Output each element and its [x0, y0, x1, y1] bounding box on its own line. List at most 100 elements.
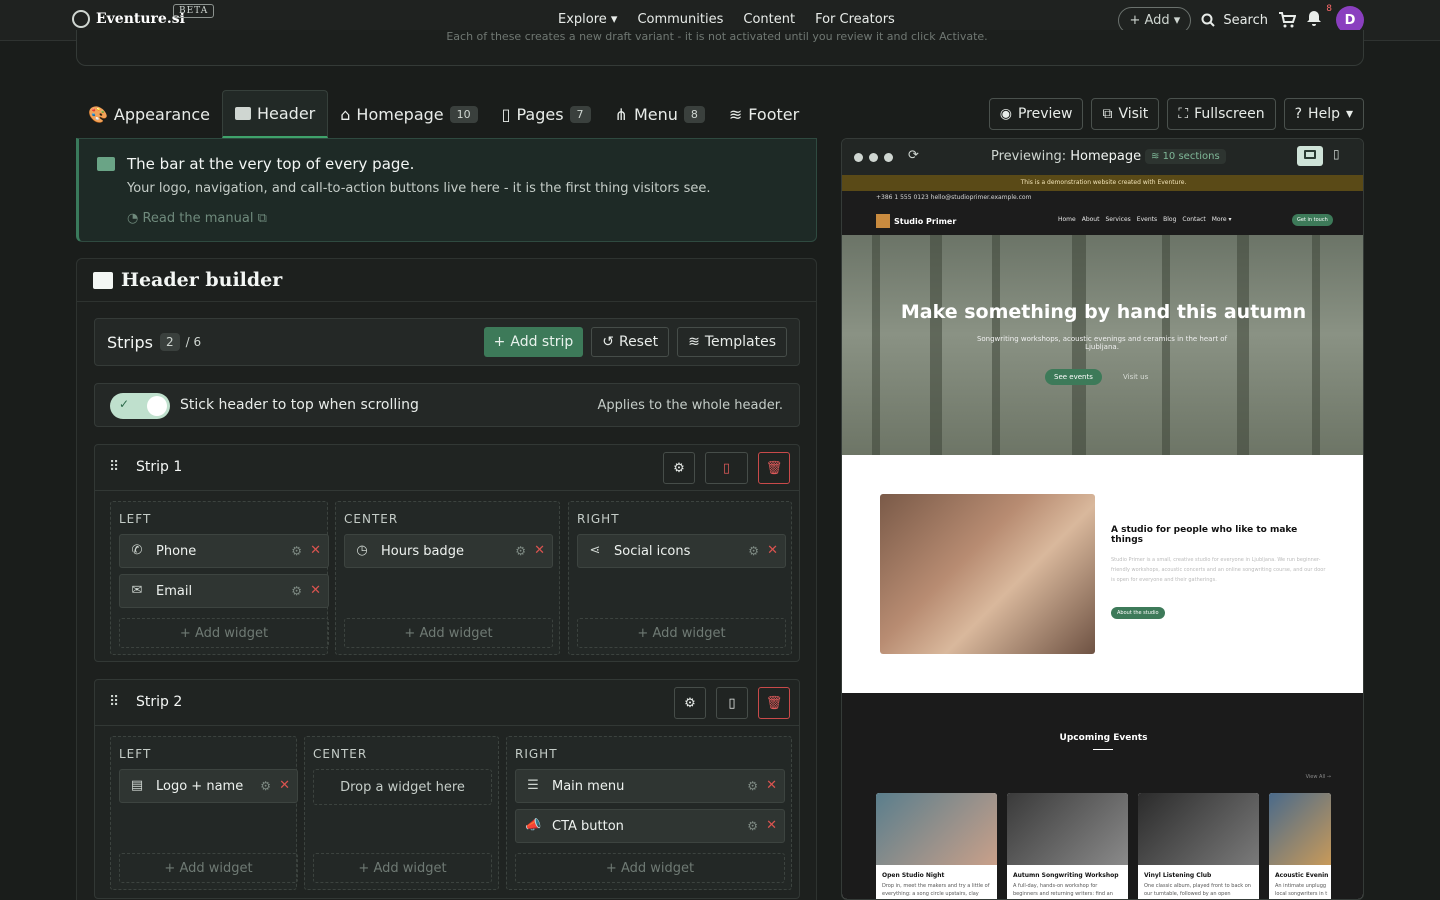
desktop-view-button[interactable]	[1297, 146, 1323, 166]
event-card[interactable]: Acoustic Evenin An intimate unplugg loca…	[1269, 793, 1331, 899]
widget-settings-icon[interactable]: ⚙	[748, 544, 759, 558]
site-link-services[interactable]: Services	[1105, 216, 1130, 223]
tab-pages[interactable]: ▯ Pages 7	[490, 90, 603, 138]
tab-footer[interactable]: ≋ Footer	[717, 90, 811, 138]
widget-settings-icon[interactable]: ⚙	[291, 544, 302, 558]
hero-secondary-link[interactable]: Visit us	[1123, 373, 1148, 381]
site-link-home[interactable]: Home	[1058, 216, 1076, 223]
view-all-link[interactable]: View All →	[1306, 774, 1331, 780]
site-link-about[interactable]: About	[1082, 216, 1100, 223]
preview-title: Previewing: Homepage	[991, 149, 1141, 164]
nav-explore[interactable]: Explore ▾	[558, 12, 617, 27]
draft-notice-bar: Each of these creates a new draft varian…	[76, 30, 1364, 66]
nav-communities[interactable]: Communities	[637, 12, 723, 27]
widget-remove-icon[interactable]: ✕	[767, 543, 778, 558]
trash-icon: 🗑	[765, 695, 783, 711]
add-strip-button[interactable]: + Add strip	[483, 327, 584, 357]
hero-title: Make something by hand this autumn	[900, 301, 1307, 323]
widget-settings-icon[interactable]: ⚙	[747, 819, 758, 833]
widget-hours-badge[interactable]: ◷ Hours badge ⚙ ✕	[344, 534, 553, 568]
delete-strip-button[interactable]: 🗑	[758, 687, 790, 719]
site-preview: This is a demonstration website created …	[842, 175, 1363, 899]
strip-settings-button[interactable]: ⚙	[674, 687, 706, 719]
event-card[interactable]: Vinyl Listening Club One classic album, …	[1138, 793, 1259, 899]
add-widget-label: Add widget	[620, 860, 695, 876]
tab-label: Menu	[633, 104, 678, 124]
mobile-visibility-button[interactable]: ▯	[705, 452, 748, 484]
widget-social-icons[interactable]: ⋖ Social icons ⚙ ✕	[577, 534, 786, 568]
widget-main-menu[interactable]: ☰ Main menu ⚙ ✕	[515, 769, 785, 803]
widget-remove-icon[interactable]: ✕	[766, 818, 777, 833]
brand-logo[interactable]: Eventure.si	[72, 10, 185, 28]
live-preview-panel: ⟳ Previewing: Homepage ≋ 10 sections ▯ T…	[841, 138, 1364, 900]
hero-cta-button[interactable]: See events	[1045, 369, 1102, 385]
site-get-in-touch-button[interactable]: Get in touch	[1292, 214, 1333, 226]
preview-button[interactable]: ◉ Preview	[988, 98, 1084, 130]
tree-trunk	[872, 235, 880, 455]
add-widget-button[interactable]: + Add widget	[577, 618, 786, 648]
add-widget-button[interactable]: + Add widget	[313, 853, 492, 883]
tab-menu[interactable]: ⋔ Menu 8	[603, 90, 717, 138]
widget-email[interactable]: ✉ Email ⚙ ✕	[119, 574, 329, 608]
strip-name: Strip 2	[136, 694, 183, 710]
notifications-button[interactable]: 8	[1306, 4, 1332, 30]
widget-remove-icon[interactable]: ✕	[279, 778, 290, 793]
tab-appearance[interactable]: 🎨 Appearance	[76, 90, 222, 138]
cart-icon[interactable]	[1278, 12, 1296, 28]
visit-button[interactable]: ⧉ Visit	[1091, 98, 1160, 130]
site-events-section: Upcoming Events View All → Open Studio N…	[842, 693, 1363, 899]
tab-label: Header	[257, 104, 316, 123]
widget-settings-icon[interactable]: ⚙	[260, 779, 271, 793]
widget-phone[interactable]: ✆ Phone ⚙ ✕	[119, 534, 329, 568]
event-image	[1007, 793, 1128, 865]
nav-for-creators[interactable]: For Creators	[815, 12, 895, 27]
share-icon: ⋖	[589, 543, 601, 558]
widget-drop-target[interactable]: Drop a widget here	[313, 769, 492, 805]
drag-handle-icon[interactable]: ⠿	[109, 459, 119, 475]
about-button[interactable]: About the studio	[1111, 607, 1165, 619]
strip-settings-button[interactable]: ⚙	[663, 452, 695, 484]
reload-icon[interactable]: ⟳	[908, 148, 919, 163]
site-link-more[interactable]: More ▾	[1212, 216, 1232, 223]
widget-name: Email	[156, 584, 193, 599]
site-brand[interactable]: Studio Primer	[876, 214, 956, 228]
add-widget-button[interactable]: + Add widget	[119, 853, 298, 883]
expand-icon: ⛶	[1178, 106, 1189, 122]
title-underline	[1093, 749, 1113, 750]
fullscreen-button[interactable]: ⛶ Fullscreen	[1167, 98, 1276, 130]
sections-count: 10 sections	[1162, 151, 1220, 162]
widget-cta-button[interactable]: 📣 CTA button ⚙ ✕	[515, 809, 785, 843]
site-link-blog[interactable]: Blog	[1163, 216, 1176, 223]
event-title: Vinyl Listening Club	[1144, 872, 1212, 879]
add-widget-button[interactable]: + Add widget	[119, 618, 329, 648]
reset-button[interactable]: ↺ Reset	[591, 327, 670, 357]
widget-remove-icon[interactable]: ✕	[534, 543, 545, 558]
read-manual-link[interactable]: ◔ Read the manual ⧉	[127, 211, 267, 226]
drag-handle-icon[interactable]: ⠿	[109, 694, 119, 710]
zone-label: LEFT	[119, 747, 152, 761]
sticky-header-toggle[interactable]: ✓	[110, 393, 170, 419]
widget-remove-icon[interactable]: ✕	[310, 583, 321, 598]
widget-remove-icon[interactable]: ✕	[766, 778, 777, 793]
event-card[interactable]: Autumn Songwriting Workshop A full-day, …	[1007, 793, 1128, 899]
tab-homepage[interactable]: ⌂ Homepage 10	[328, 90, 489, 138]
site-link-events[interactable]: Events	[1137, 216, 1157, 223]
widget-settings-icon[interactable]: ⚙	[291, 584, 302, 598]
add-widget-button[interactable]: + Add widget	[515, 853, 785, 883]
site-link-contact[interactable]: Contact	[1182, 216, 1205, 223]
mobile-visibility-button[interactable]: ▯	[716, 687, 748, 719]
widget-settings-icon[interactable]: ⚙	[515, 544, 526, 558]
widget-settings-icon[interactable]: ⚙	[747, 779, 758, 793]
delete-strip-button[interactable]: 🗑	[758, 452, 790, 484]
search-button[interactable]: Search	[1201, 13, 1268, 28]
widget-logo-name[interactable]: ▤ Logo + name ⚙ ✕	[119, 769, 298, 803]
event-card[interactable]: Open Studio Night Drop in, meet the make…	[876, 793, 997, 899]
tab-header[interactable]: Header	[222, 90, 329, 138]
templates-button[interactable]: ≋ Templates	[677, 327, 787, 357]
add-widget-button[interactable]: + Add widget	[344, 618, 553, 648]
mobile-view-button[interactable]: ▯	[1333, 147, 1340, 161]
help-button[interactable]: ? Help ▾	[1283, 98, 1364, 130]
widget-remove-icon[interactable]: ✕	[310, 543, 321, 558]
nav-content[interactable]: Content	[743, 12, 795, 27]
window-dots	[854, 153, 893, 162]
